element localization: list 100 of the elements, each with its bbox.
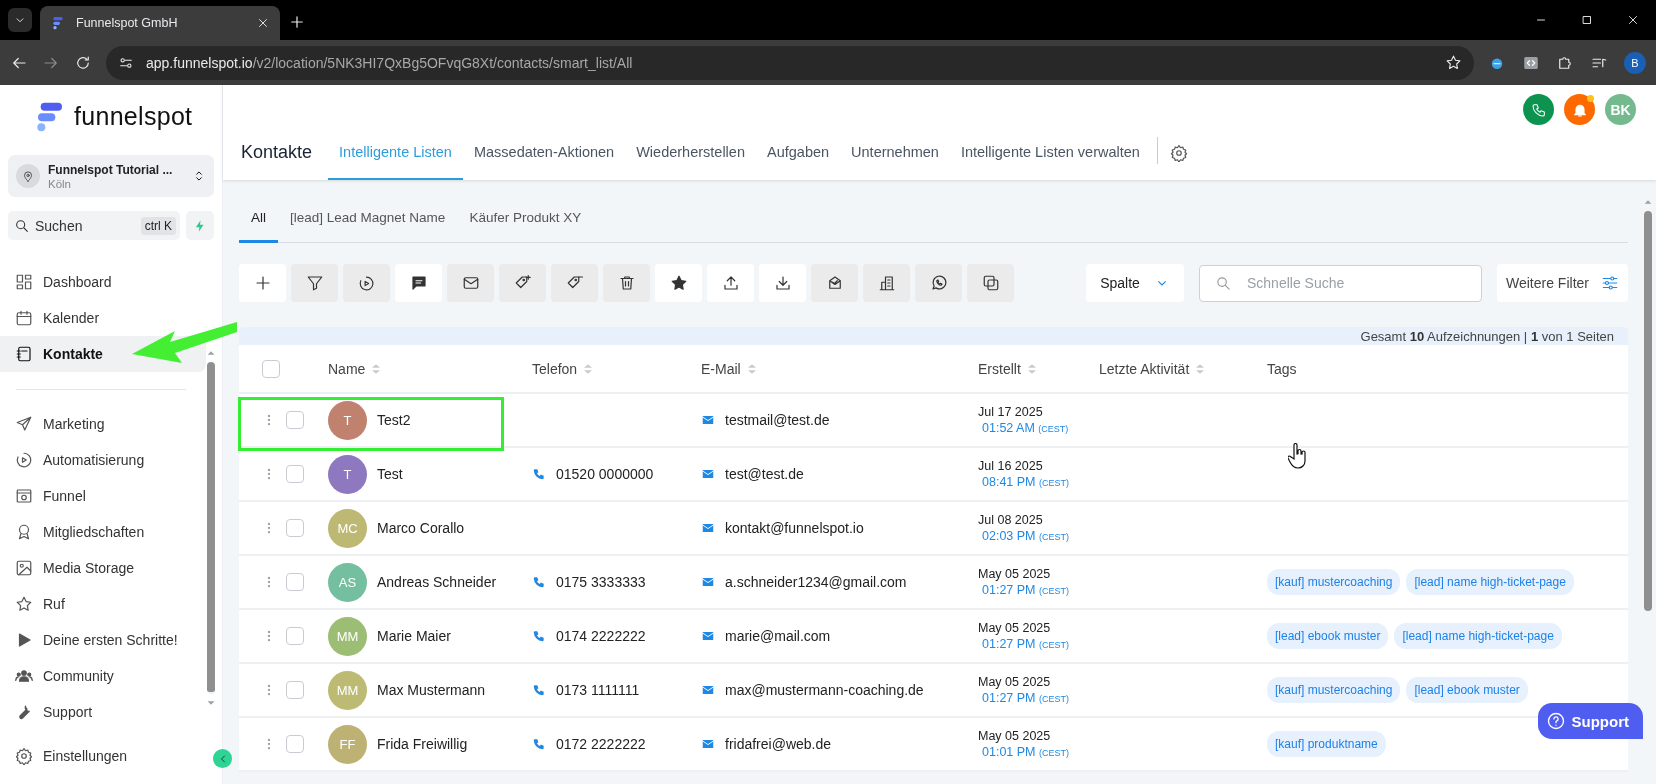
row-checkbox[interactable] bbox=[286, 573, 304, 591]
contact-name[interactable]: Frida Freiwillig bbox=[377, 736, 468, 752]
chat-icon bbox=[409, 274, 428, 292]
row-checkbox[interactable] bbox=[286, 681, 304, 699]
settings-icon bbox=[1169, 143, 1188, 162]
upload-icon bbox=[721, 274, 740, 292]
search-button[interactable]: Suchen ctrl K bbox=[8, 211, 180, 240]
contact-avatar: T bbox=[328, 400, 367, 440]
sidebar-item[interactable]: Marketing bbox=[0, 406, 206, 442]
row-checkbox[interactable] bbox=[286, 465, 304, 483]
sidebar-item[interactable]: Dashboard bbox=[0, 264, 206, 300]
reload-button[interactable] bbox=[74, 53, 92, 72]
settings-icon bbox=[15, 747, 33, 765]
column-header[interactable]: Telefon bbox=[532, 360, 596, 377]
contact-name[interactable]: Test bbox=[377, 466, 403, 482]
mail-icon bbox=[701, 683, 715, 697]
sidebar-item[interactable]: Ruf bbox=[0, 586, 206, 622]
tag-chip[interactable]: [kauf] mustercoaching bbox=[1267, 569, 1401, 595]
sidebar-item[interactable]: Funnel bbox=[0, 478, 206, 514]
notifications-button[interactable] bbox=[1564, 94, 1595, 125]
row-checkbox[interactable] bbox=[286, 627, 304, 645]
nav-tab[interactable]: Wiederherstellen bbox=[625, 125, 756, 180]
column-header[interactable]: E-Mail bbox=[701, 360, 759, 377]
list-tab[interactable]: All bbox=[239, 194, 278, 243]
sidebar-item[interactable]: Media Storage bbox=[0, 550, 206, 586]
toolbar-button[interactable] bbox=[395, 264, 442, 302]
list-tab[interactable]: [lead] Lead Magnet Name bbox=[278, 194, 458, 243]
record-count: Gesamt 10 Aufzeichnungen | 1 von 1 Seiten bbox=[1360, 328, 1614, 344]
search-icon bbox=[1215, 274, 1232, 292]
image-icon bbox=[15, 559, 33, 577]
tag-chip[interactable]: [kauf] produktname bbox=[1267, 731, 1386, 757]
dashboard-icon bbox=[15, 273, 33, 291]
phone-number: 0174 2222222 bbox=[556, 628, 646, 644]
nav-tab[interactable]: Aufgaben bbox=[756, 125, 841, 180]
sidebar-item[interactable]: Kalender bbox=[0, 300, 206, 336]
sidebar-item[interactable]: Support bbox=[0, 694, 206, 730]
browser-tab[interactable]: Funnelspot GmbH bbox=[40, 6, 280, 40]
mail-icon bbox=[701, 467, 715, 481]
row-checkbox[interactable] bbox=[286, 519, 304, 537]
site-logo-icon bbox=[50, 15, 66, 31]
list-tab[interactable]: Käufer Produkt XY bbox=[457, 194, 594, 243]
contact-name[interactable]: Andreas Schneider bbox=[377, 574, 497, 590]
filter-icon bbox=[305, 274, 324, 292]
contact-avatar: AS bbox=[328, 562, 367, 602]
mail-icon bbox=[701, 737, 715, 751]
tag-chip[interactable]: [lead] name high-ticket-page bbox=[1394, 623, 1562, 649]
new-tab-button[interactable] bbox=[288, 13, 306, 31]
select-all-checkbox[interactable] bbox=[262, 359, 280, 378]
created-date: May 05 2025 bbox=[978, 729, 1051, 743]
column-header[interactable]: Erstellt bbox=[978, 360, 1039, 377]
email-address: marie@mail.com bbox=[725, 628, 831, 644]
nav-tab[interactable]: Unternehmen bbox=[840, 125, 950, 180]
reload-icon bbox=[74, 53, 92, 72]
page-title: Kontakte bbox=[241, 141, 313, 164]
toolbar-button[interactable] bbox=[655, 264, 702, 302]
support-button[interactable]: Support bbox=[1537, 703, 1643, 739]
nav-tab[interactable]: Intelligente Listen verwalten bbox=[949, 125, 1151, 180]
created-time: 08:41 PM (CEST) bbox=[981, 475, 1069, 489]
contact-name[interactable]: Marie Maier bbox=[377, 628, 451, 644]
sidebar-item[interactable]: Community bbox=[0, 658, 206, 694]
nav-tab[interactable]: Massedaten-Aktionen bbox=[462, 125, 626, 180]
mail-icon bbox=[461, 274, 480, 292]
row-checkbox[interactable] bbox=[286, 735, 304, 753]
account-switcher[interactable]: Funnelspot Tutorial ... Köln bbox=[8, 155, 214, 197]
sidebar-item[interactable]: Einstellungen bbox=[0, 738, 206, 774]
location-pin-icon bbox=[21, 169, 35, 183]
email-address: fridafrei@web.de bbox=[725, 736, 832, 752]
quick-search-field[interactable]: Schnelle Suche bbox=[1199, 264, 1482, 302]
mail-icon bbox=[701, 521, 715, 535]
contact-name[interactable]: Marco Corallo bbox=[377, 520, 465, 536]
star-icon bbox=[669, 274, 688, 292]
close-icon bbox=[256, 16, 270, 30]
tag-chip[interactable]: [lead] ebook muster bbox=[1267, 623, 1389, 649]
bookmark-star-icon bbox=[1445, 54, 1462, 71]
column-header[interactable]: Letzte Aktivität bbox=[1099, 360, 1208, 377]
contact-name[interactable]: Test2 bbox=[377, 412, 411, 428]
profile-avatar[interactable]: B bbox=[1624, 51, 1646, 74]
contact-avatar: MM bbox=[328, 616, 367, 656]
calendar-icon bbox=[15, 309, 33, 327]
phone-button[interactable] bbox=[1523, 94, 1554, 125]
email-address: max@mustermann-coaching.de bbox=[725, 682, 924, 698]
sidebar-item[interactable]: Deine ersten Schritte! bbox=[0, 622, 206, 658]
more-filters-button[interactable]: Weitere Filter bbox=[1497, 264, 1628, 302]
column-header[interactable]: Tags bbox=[1267, 360, 1297, 377]
tag-chip[interactable]: [lead] name high-ticket-page bbox=[1406, 569, 1574, 595]
sidebar-item[interactable]: Automatisierung bbox=[0, 442, 206, 478]
star-icon bbox=[15, 595, 33, 613]
tag-chip[interactable]: [kauf] mustercoaching bbox=[1267, 677, 1401, 703]
address-bar[interactable]: app.funnelspot.io/v2/location/5NK3HI7QxBg5OFvqG8Xt/contacts/smart_list/All bbox=[106, 45, 1474, 80]
contact-name[interactable]: Max Mustermann bbox=[377, 682, 486, 698]
phone-number: 0173 1111111 bbox=[556, 682, 640, 698]
plus-icon bbox=[288, 13, 306, 31]
columns-dropdown[interactable]: Spalte bbox=[1086, 264, 1184, 302]
sidebar-item[interactable]: Mitgliedschaften bbox=[0, 514, 206, 550]
column-header[interactable]: Name bbox=[328, 360, 384, 377]
tab-list-button[interactable] bbox=[8, 8, 32, 32]
created-time: 02:03 PM (CEST) bbox=[981, 529, 1069, 543]
tag-chip[interactable]: [lead] ebook muster bbox=[1406, 677, 1528, 703]
row-checkbox[interactable] bbox=[286, 411, 304, 429]
paper-plane-icon bbox=[15, 415, 33, 433]
